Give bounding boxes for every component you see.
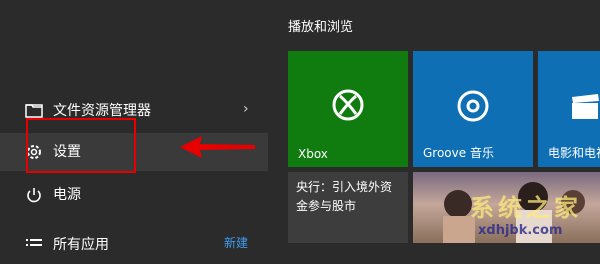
menu-item-power[interactable]: 电源 <box>0 176 268 214</box>
menu-item-label: 所有应用 <box>53 237 109 253</box>
red-arrow-annotation <box>180 136 255 158</box>
tile-news[interactable]: 央行：引入境外资金参与股市 <box>288 172 408 243</box>
tile-group-title: 播放和浏览 <box>288 20 354 35</box>
watermark-brand: 系统之家 <box>470 194 582 222</box>
xbox-icon <box>332 89 364 121</box>
settings-highlight-box <box>26 118 136 173</box>
power-icon <box>24 185 44 205</box>
tile-label: Groove 音乐 <box>423 146 494 160</box>
tile-groove-music[interactable]: Groove 音乐 <box>413 51 533 167</box>
watermark-url: xdhjbk.com <box>478 223 563 238</box>
menu-item-all-apps[interactable]: 所有应用 新建 <box>0 226 268 264</box>
tile-label: Xbox <box>298 147 328 161</box>
clapperboard-icon <box>572 94 599 119</box>
tile-label: 电影和电视 <box>548 146 600 160</box>
chevron-right-icon[interactable]: › <box>243 101 249 117</box>
groove-icon <box>457 90 489 122</box>
list-icon <box>24 235 44 255</box>
tile-xbox[interactable]: Xbox <box>288 51 408 167</box>
tile-movies-tv[interactable]: 电影和电视 <box>538 51 600 167</box>
menu-item-label: 电源 <box>53 187 81 203</box>
news-headline: 央行：引入境外资金参与股市 <box>296 180 393 213</box>
